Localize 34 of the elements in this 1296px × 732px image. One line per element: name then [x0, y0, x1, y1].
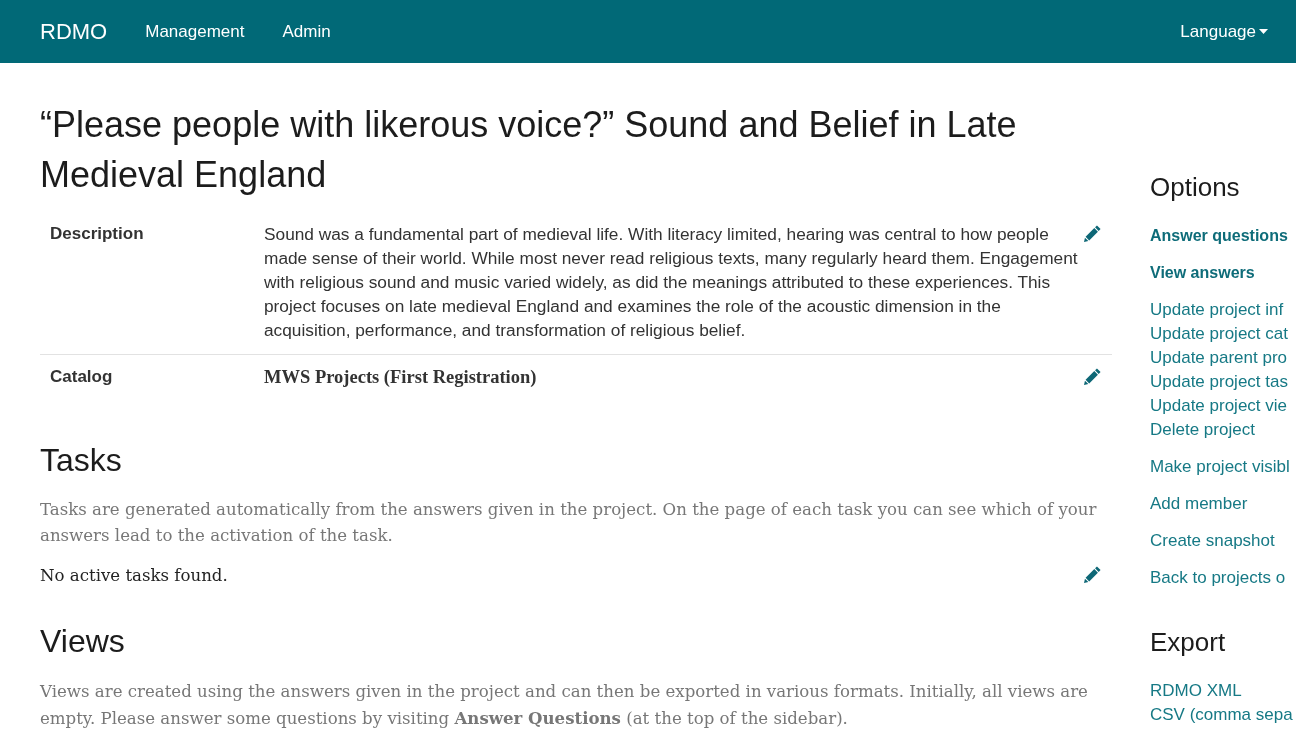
section-heading: Views — [40, 622, 126, 660]
sidebar-heading: Options — [1150, 172, 1241, 203]
sidebar-link[interactable]: Update project cat — [1150, 322, 1288, 346]
section-heading: Tasks — [40, 441, 123, 479]
sidebar-link[interactable]: CSV (comma sepa — [1150, 703, 1293, 727]
field-label: Catalog — [49, 366, 114, 388]
sidebar-link[interactable]: Make project visibl — [1150, 455, 1290, 479]
brand-link[interactable]: RDMO — [40, 15, 108, 48]
field-label: Description — [49, 223, 145, 245]
empty-tasks-text: No active tasks found. — [40, 565, 229, 587]
edit-pencil-icon[interactable] — [1084, 566, 1101, 583]
sidebar-link[interactable]: Delete project — [1150, 418, 1255, 442]
edit-pencil-icon[interactable] — [1084, 225, 1101, 242]
sidebar-link[interactable]: Create snapshot — [1150, 529, 1275, 553]
catalog-name: MWS Projects (First Registration) — [264, 366, 538, 389]
sidebar-link[interactable]: RDMO XML — [1150, 679, 1242, 703]
edit-pencil-icon[interactable] — [1084, 368, 1101, 385]
nav-link[interactable]: Management — [145, 18, 245, 45]
sidebar-link[interactable]: Update project vie — [1150, 394, 1288, 418]
sidebar-link[interactable]: Update project inf — [1150, 298, 1284, 322]
tasks-help-text: Tasks are generated automatically from the answers given in the project. On the page of each task you can see which of your answers lead to the activation of the task. — [40, 499, 1098, 547]
sidebar-link[interactable]: Back to projects o — [1150, 566, 1286, 590]
nav-link[interactable]: Admin — [282, 18, 331, 45]
views-help-text: Views are created using the answers given in the project and can then be exported in various formats. Initially, all views are empty. Please answer some questions by visiting Answer Questions (at the top of the sidebar). — [40, 681, 1089, 730]
sidebar-link[interactable]: Add member — [1150, 492, 1248, 516]
caret-icon — [1259, 29, 1268, 34]
sidebar-link[interactable]: Update project tas — [1150, 370, 1288, 394]
description-text: Sound was a fundamental part of medieval life. With literacy limited, hearing was central to how people made sense of their world. While most never read religious texts, many regularly heard them. Engagement with religious sound and music varied widely, as did the meanings attributed to these experiences. This project focuses on late medieval England and examines the role of the acoustic dimension in the acquisition, performance, and transformation of religious belief. — [264, 223, 1079, 342]
sidebar-link[interactable]: View answers — [1150, 261, 1255, 285]
sidebar-heading: Export — [1150, 627, 1227, 658]
sidebar-link[interactable]: Update parent pro — [1150, 346, 1288, 370]
sidebar-link[interactable]: Answer questions — [1150, 224, 1288, 248]
project-title: “Please people with likerous voice?” Sound and Belief in Late Medieval England — [40, 103, 1018, 197]
language-dropdown[interactable]: Language — [1180, 18, 1268, 45]
